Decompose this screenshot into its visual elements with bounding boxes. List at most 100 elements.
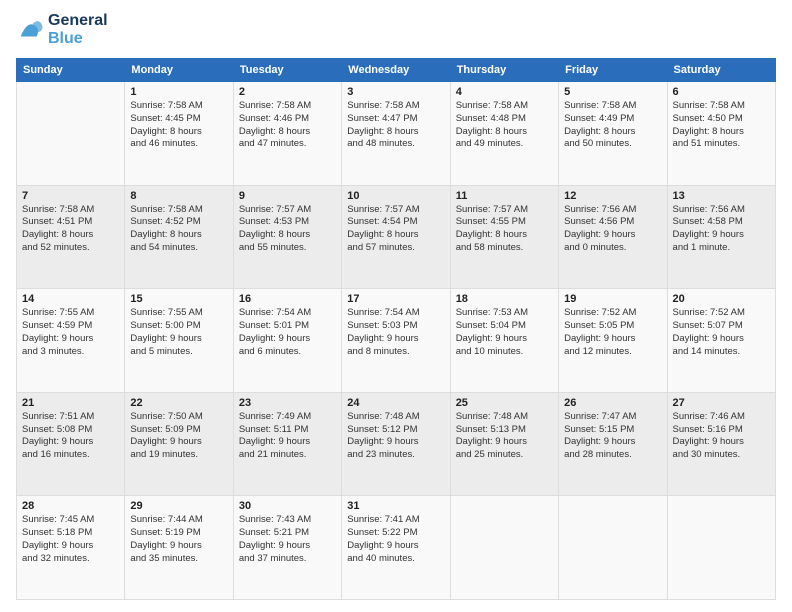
day-number: 13 xyxy=(673,190,770,202)
day-info: Sunrise: 7:57 AM Sunset: 4:54 PM Dayligh… xyxy=(347,204,444,255)
calendar-cell: 20 Sunrise: 7:52 AM Sunset: 5:07 PM Dayli… xyxy=(667,289,775,393)
calendar-cell xyxy=(450,496,558,600)
calendar-cell: 10 Sunrise: 7:57 AM Sunset: 4:54 PM Dayli… xyxy=(342,185,450,289)
calendar-cell: 21Sunrise: 7:51 AM Sunset: 5:08 PM Dayli… xyxy=(17,392,125,496)
calendar-cell: 13 Sunrise: 7:56 AM Sunset: 4:58 PM Dayli… xyxy=(667,185,775,289)
day-info: Sunrise: 7:58 AM Sunset: 4:46 PM Dayligh… xyxy=(239,100,336,151)
calendar-cell: 28 Sunrise: 7:45 AM Sunset: 5:18 PM Dayli… xyxy=(17,496,125,600)
day-info: Sunrise: 7:55 AM Sunset: 4:59 PM Dayligh… xyxy=(22,307,119,358)
calendar-cell: 2Sunrise: 7:58 AM Sunset: 4:46 PM Daylig… xyxy=(233,82,341,186)
day-number: 8 xyxy=(130,190,227,202)
calendar-cell: 17Sunrise: 7:54 AM Sunset: 5:03 PM Dayli… xyxy=(342,289,450,393)
logo: General Blue xyxy=(16,12,108,48)
day-info: Sunrise: 7:49 AM Sunset: 5:11 PM Dayligh… xyxy=(239,411,336,462)
calendar-cell: 12 Sunrise: 7:56 AM Sunset: 4:56 PM Dayli… xyxy=(559,185,667,289)
weekday-header-sunday: Sunday xyxy=(17,59,125,82)
day-info: Sunrise: 7:58 AM Sunset: 4:51 PM Dayligh… xyxy=(22,204,119,255)
calendar-cell: 3 Sunrise: 7:58 AM Sunset: 4:47 PM Daylig… xyxy=(342,82,450,186)
day-info: Sunrise: 7:52 AM Sunset: 5:07 PM Dayligh… xyxy=(673,307,770,358)
day-info: Sunrise: 7:50 AM Sunset: 5:09 PM Dayligh… xyxy=(130,411,227,462)
day-number: 19 xyxy=(564,293,661,305)
day-info: Sunrise: 7:48 AM Sunset: 5:13 PM Dayligh… xyxy=(456,411,553,462)
day-info: Sunrise: 7:55 AM Sunset: 5:00 PM Dayligh… xyxy=(130,307,227,358)
calendar-table: SundayMondayTuesdayWednesdayThursdayFrid… xyxy=(16,58,776,600)
week-row-3: 14Sunrise: 7:55 AM Sunset: 4:59 PM Dayli… xyxy=(17,289,776,393)
logo-text: General Blue xyxy=(48,12,108,48)
weekday-header-wednesday: Wednesday xyxy=(342,59,450,82)
day-number: 12 xyxy=(564,190,661,202)
calendar-cell: 15Sunrise: 7:55 AM Sunset: 5:00 PM Dayli… xyxy=(125,289,233,393)
calendar-cell xyxy=(559,496,667,600)
day-number: 3 xyxy=(347,86,444,98)
calendar-cell: 30 Sunrise: 7:43 AM Sunset: 5:21 PM Dayli… xyxy=(233,496,341,600)
calendar-cell: 4 Sunrise: 7:58 AM Sunset: 4:48 PM Daylig… xyxy=(450,82,558,186)
week-row-1: 1 Sunrise: 7:58 AM Sunset: 4:45 PM Daylig… xyxy=(17,82,776,186)
calendar-cell: 25 Sunrise: 7:48 AM Sunset: 5:13 PM Dayli… xyxy=(450,392,558,496)
day-info: Sunrise: 7:58 AM Sunset: 4:48 PM Dayligh… xyxy=(456,100,553,151)
day-number: 23 xyxy=(239,397,336,409)
day-number: 25 xyxy=(456,397,553,409)
day-number: 18 xyxy=(456,293,553,305)
day-info: Sunrise: 7:51 AM Sunset: 5:08 PM Dayligh… xyxy=(22,411,119,462)
day-info: Sunrise: 7:56 AM Sunset: 4:56 PM Dayligh… xyxy=(564,204,661,255)
calendar-cell: 16Sunrise: 7:54 AM Sunset: 5:01 PM Dayli… xyxy=(233,289,341,393)
day-number: 4 xyxy=(456,86,553,98)
day-number: 9 xyxy=(239,190,336,202)
logo-icon xyxy=(16,16,44,44)
day-number: 10 xyxy=(347,190,444,202)
day-number: 7 xyxy=(22,190,119,202)
calendar-cell xyxy=(667,496,775,600)
day-number: 1 xyxy=(130,86,227,98)
day-info: Sunrise: 7:43 AM Sunset: 5:21 PM Dayligh… xyxy=(239,514,336,565)
day-info: Sunrise: 7:45 AM Sunset: 5:18 PM Dayligh… xyxy=(22,514,119,565)
week-row-2: 7 Sunrise: 7:58 AM Sunset: 4:51 PM Daylig… xyxy=(17,185,776,289)
day-info: Sunrise: 7:58 AM Sunset: 4:52 PM Dayligh… xyxy=(130,204,227,255)
calendar-cell: 14Sunrise: 7:55 AM Sunset: 4:59 PM Dayli… xyxy=(17,289,125,393)
day-info: Sunrise: 7:54 AM Sunset: 5:03 PM Dayligh… xyxy=(347,307,444,358)
day-number: 30 xyxy=(239,500,336,512)
calendar-cell: 7 Sunrise: 7:58 AM Sunset: 4:51 PM Daylig… xyxy=(17,185,125,289)
day-info: Sunrise: 7:57 AM Sunset: 4:55 PM Dayligh… xyxy=(456,204,553,255)
week-row-5: 28 Sunrise: 7:45 AM Sunset: 5:18 PM Dayli… xyxy=(17,496,776,600)
day-info: Sunrise: 7:56 AM Sunset: 4:58 PM Dayligh… xyxy=(673,204,770,255)
day-info: Sunrise: 7:41 AM Sunset: 5:22 PM Dayligh… xyxy=(347,514,444,565)
day-info: Sunrise: 7:58 AM Sunset: 4:45 PM Dayligh… xyxy=(130,100,227,151)
calendar-cell xyxy=(17,82,125,186)
header: General Blue xyxy=(16,12,776,48)
calendar-cell: 11 Sunrise: 7:57 AM Sunset: 4:55 PM Dayli… xyxy=(450,185,558,289)
weekday-header-friday: Friday xyxy=(559,59,667,82)
day-number: 29 xyxy=(130,500,227,512)
calendar-cell: 23 Sunrise: 7:49 AM Sunset: 5:11 PM Dayli… xyxy=(233,392,341,496)
day-number: 24 xyxy=(347,397,444,409)
calendar-cell: 1 Sunrise: 7:58 AM Sunset: 4:45 PM Daylig… xyxy=(125,82,233,186)
calendar-cell: 31 Sunrise: 7:41 AM Sunset: 5:22 PM Dayli… xyxy=(342,496,450,600)
calendar-cell: 22Sunrise: 7:50 AM Sunset: 5:09 PM Dayli… xyxy=(125,392,233,496)
day-info: Sunrise: 7:52 AM Sunset: 5:05 PM Dayligh… xyxy=(564,307,661,358)
day-info: Sunrise: 7:47 AM Sunset: 5:15 PM Dayligh… xyxy=(564,411,661,462)
week-row-4: 21Sunrise: 7:51 AM Sunset: 5:08 PM Dayli… xyxy=(17,392,776,496)
day-number: 5 xyxy=(564,86,661,98)
weekday-header-saturday: Saturday xyxy=(667,59,775,82)
day-info: Sunrise: 7:57 AM Sunset: 4:53 PM Dayligh… xyxy=(239,204,336,255)
day-number: 20 xyxy=(673,293,770,305)
day-number: 16 xyxy=(239,293,336,305)
day-number: 31 xyxy=(347,500,444,512)
day-number: 26 xyxy=(564,397,661,409)
day-info: Sunrise: 7:58 AM Sunset: 4:50 PM Dayligh… xyxy=(673,100,770,151)
calendar-cell: 6Sunrise: 7:58 AM Sunset: 4:50 PM Daylig… xyxy=(667,82,775,186)
day-info: Sunrise: 7:46 AM Sunset: 5:16 PM Dayligh… xyxy=(673,411,770,462)
weekday-header-monday: Monday xyxy=(125,59,233,82)
calendar-cell: 27 Sunrise: 7:46 AM Sunset: 5:16 PM Dayli… xyxy=(667,392,775,496)
day-info: Sunrise: 7:53 AM Sunset: 5:04 PM Dayligh… xyxy=(456,307,553,358)
calendar-cell: 24Sunrise: 7:48 AM Sunset: 5:12 PM Dayli… xyxy=(342,392,450,496)
day-info: Sunrise: 7:58 AM Sunset: 4:47 PM Dayligh… xyxy=(347,100,444,151)
day-number: 27 xyxy=(673,397,770,409)
calendar-cell: 19 Sunrise: 7:52 AM Sunset: 5:05 PM Dayli… xyxy=(559,289,667,393)
day-number: 11 xyxy=(456,190,553,202)
day-info: Sunrise: 7:44 AM Sunset: 5:19 PM Dayligh… xyxy=(130,514,227,565)
calendar-cell: 29 Sunrise: 7:44 AM Sunset: 5:19 PM Dayli… xyxy=(125,496,233,600)
calendar-cell: 9 Sunrise: 7:57 AM Sunset: 4:53 PM Daylig… xyxy=(233,185,341,289)
weekday-header-tuesday: Tuesday xyxy=(233,59,341,82)
weekday-header-row: SundayMondayTuesdayWednesdayThursdayFrid… xyxy=(17,59,776,82)
day-number: 28 xyxy=(22,500,119,512)
